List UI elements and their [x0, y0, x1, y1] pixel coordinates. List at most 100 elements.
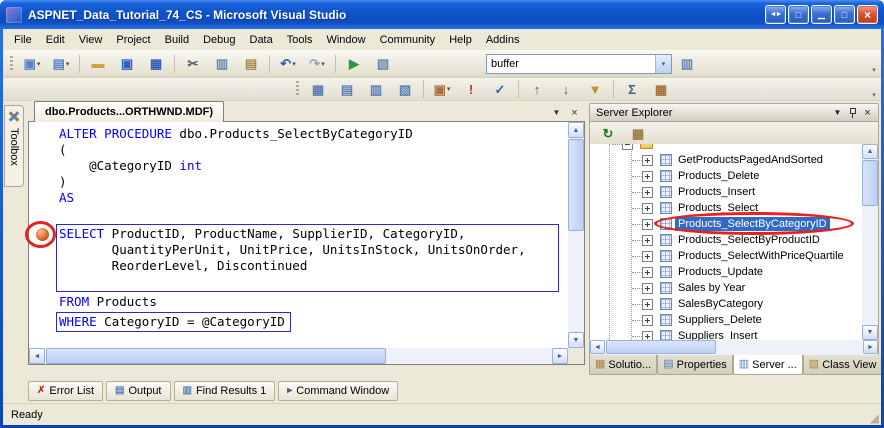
- maximize-button[interactable]: □: [834, 5, 855, 24]
- scrollbar-thumb[interactable]: [862, 160, 878, 206]
- scroll-up-icon[interactable]: ▲: [568, 122, 584, 138]
- view-designer-icon[interactable]: ▧: [369, 52, 397, 76]
- server-explorer-titlebar[interactable]: Server Explorer ▼×: [589, 103, 879, 122]
- tree-item[interactable]: Products_Update: [590, 264, 862, 280]
- menu-item-window[interactable]: Window: [319, 31, 372, 49]
- verify-sql-icon[interactable]: ✓: [486, 77, 514, 101]
- scrollbar-thumb[interactable]: [606, 340, 716, 354]
- scrollbar-thumb[interactable]: [46, 348, 386, 364]
- tree-item[interactable]: Products_SelectByProductID: [590, 232, 862, 248]
- toolbar-grip[interactable]: [10, 56, 13, 72]
- menu-item-community[interactable]: Community: [373, 31, 443, 49]
- expand-icon[interactable]: [642, 331, 653, 340]
- tab-server-explorer[interactable]: ▥Server ...: [733, 355, 803, 375]
- tree-item[interactable]: SalesByCategory: [590, 296, 862, 312]
- tree-item[interactable]: Sales by Year: [590, 280, 862, 296]
- menu-item-edit[interactable]: Edit: [39, 31, 72, 49]
- show-criteria-pane-icon[interactable]: ▤: [333, 77, 361, 101]
- tree-horizontal-scrollbar[interactable]: ◄ ►: [589, 340, 879, 355]
- show-diagram-pane-icon[interactable]: ▦: [304, 77, 332, 101]
- menu-item-view[interactable]: View: [72, 31, 110, 49]
- expand-icon[interactable]: [642, 187, 653, 198]
- expand-icon[interactable]: [642, 171, 653, 182]
- paste-icon[interactable]: ▤: [237, 52, 265, 76]
- sort-ascending-icon[interactable]: ↑: [523, 77, 551, 101]
- refresh-icon[interactable]: ↻: [594, 121, 622, 145]
- show-sql-pane-icon[interactable]: ▥: [362, 77, 390, 101]
- close-panel-icon[interactable]: ×: [860, 106, 875, 120]
- save-all-icon[interactable]: ▦: [142, 52, 170, 76]
- close-button[interactable]: ×: [857, 5, 878, 24]
- scroll-down-icon[interactable]: ▼: [568, 332, 584, 348]
- document-list-dropdown-icon[interactable]: ▼: [549, 105, 564, 120]
- expand-icon[interactable]: [642, 267, 653, 278]
- tree-item[interactable]: GetProductsPagedAndSorted: [590, 152, 862, 168]
- editor-horizontal-scrollbar[interactable]: ◄ ►: [29, 348, 568, 364]
- window-position-icon[interactable]: ▼: [830, 106, 845, 120]
- toolbar-options-icon[interactable]: ▾: [869, 52, 879, 76]
- title-bar[interactable]: ASPNET_Data_Tutorial_74_CS - Microsoft V…: [0, 0, 884, 29]
- scroll-left-icon[interactable]: ◄: [29, 348, 45, 364]
- auto-hide-pin-icon[interactable]: [845, 106, 860, 120]
- sql-code[interactable]: ALTER PROCEDURE dbo.Products_SelectByCat…: [29, 122, 568, 348]
- collapse-icon[interactable]: [622, 144, 633, 150]
- tree-item[interactable]: Products_Select: [590, 200, 862, 216]
- add-table-icon[interactable]: ▦: [647, 77, 675, 101]
- expand-icon[interactable]: [642, 219, 653, 230]
- find-symbol-icon[interactable]: ▥: [673, 52, 701, 76]
- menu-item-data[interactable]: Data: [243, 31, 280, 49]
- tree-item[interactable]: Products_SelectByCategoryID: [590, 216, 862, 232]
- change-type-icon[interactable]: ▣▾: [428, 77, 456, 101]
- copy-icon[interactable]: ▥: [208, 52, 236, 76]
- scroll-up-icon[interactable]: ▲: [862, 144, 878, 159]
- menu-item-project[interactable]: Project: [109, 31, 157, 49]
- expand-icon[interactable]: [642, 203, 653, 214]
- scroll-left-icon[interactable]: ◄: [590, 340, 605, 354]
- save-icon[interactable]: ▣: [113, 52, 141, 76]
- breakpoint-icon[interactable]: [36, 228, 49, 241]
- tab-output[interactable]: ▤Output: [106, 381, 170, 401]
- remove-filter-icon[interactable]: ▼: [581, 77, 609, 101]
- restore-button[interactable]: □: [788, 5, 809, 24]
- toolbar-grip[interactable]: [296, 81, 299, 97]
- open-file-icon[interactable]: ▬: [84, 52, 112, 76]
- close-document-icon[interactable]: ×: [567, 105, 582, 120]
- tree-item[interactable]: Products_Insert: [590, 184, 862, 200]
- code-editor[interactable]: ALTER PROCEDURE dbo.Products_SelectByCat…: [28, 121, 585, 365]
- scroll-right-icon[interactable]: ►: [552, 348, 568, 364]
- sort-descending-icon[interactable]: ↓: [552, 77, 580, 101]
- editor-vertical-scrollbar[interactable]: ▲ ▼: [568, 122, 584, 348]
- menu-item-addins[interactable]: Addins: [479, 31, 527, 49]
- toolbox-tab[interactable]: Toolbox: [4, 105, 24, 187]
- menu-item-help[interactable]: Help: [442, 31, 479, 49]
- tree-item[interactable]: Products_Delete: [590, 168, 862, 184]
- scrollbar-thumb[interactable]: [568, 139, 584, 231]
- dock-left-right-button[interactable]: ◄►: [765, 5, 786, 24]
- tree-item[interactable]: Suppliers_Insert: [590, 328, 862, 340]
- tab-find-results[interactable]: ▥Find Results 1: [174, 381, 276, 401]
- start-debug-icon[interactable]: ▶: [340, 52, 368, 76]
- menu-item-file[interactable]: File: [7, 31, 39, 49]
- tree-item-parent[interactable]: [590, 144, 862, 152]
- find-combo[interactable]: ▾: [486, 54, 672, 74]
- tab-properties[interactable]: ▤Properties: [657, 355, 733, 375]
- document-tab[interactable]: dbo.Products...ORTHWND.MDF): [34, 101, 224, 122]
- expand-icon[interactable]: [642, 251, 653, 262]
- cut-icon[interactable]: ✂: [179, 52, 207, 76]
- expand-icon[interactable]: [642, 315, 653, 326]
- connect-database-icon[interactable]: ▦: [624, 121, 652, 145]
- tree-item[interactable]: Products_SelectWithPriceQuartile: [590, 248, 862, 264]
- find-combo-input[interactable]: [487, 58, 655, 70]
- expand-icon[interactable]: [642, 283, 653, 294]
- expand-icon[interactable]: [642, 155, 653, 166]
- tree-vertical-scrollbar[interactable]: ▲ ▼: [862, 144, 878, 340]
- expand-icon[interactable]: [642, 299, 653, 310]
- tab-command-window[interactable]: ▸Command Window: [278, 381, 398, 401]
- menu-item-build[interactable]: Build: [158, 31, 196, 49]
- new-project-icon[interactable]: ▣▾: [18, 52, 46, 76]
- tab-error-list[interactable]: ✗Error List: [28, 381, 103, 401]
- resize-grip[interactable]: ◢: [870, 412, 879, 424]
- minimize-button[interactable]: ▁: [811, 5, 832, 24]
- undo-icon[interactable]: ↶▾: [274, 52, 302, 76]
- redo-icon[interactable]: ↷▾: [303, 52, 331, 76]
